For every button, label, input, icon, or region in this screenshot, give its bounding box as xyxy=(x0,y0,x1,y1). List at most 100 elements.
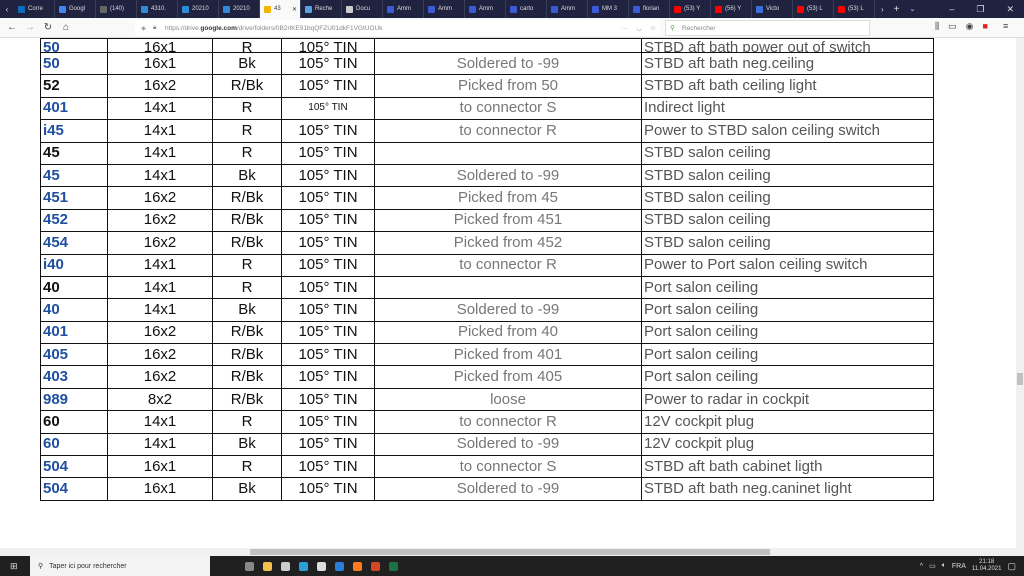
file-explorer-icon[interactable] xyxy=(258,556,276,576)
tab-favicon-icon xyxy=(756,5,763,13)
browser-tab[interactable]: (140) xyxy=(96,0,137,18)
menu-icon[interactable]: ≡ xyxy=(1003,21,1008,32)
cell-color: R xyxy=(212,275,282,300)
tab-favicon-icon xyxy=(18,5,25,13)
close-tab-icon[interactable]: ✕ xyxy=(292,6,300,13)
cell-id: 50 xyxy=(40,38,108,53)
browser-tab[interactable]: carto xyxy=(506,0,547,18)
tab-favicon-icon xyxy=(264,5,271,13)
table-row: 60 14x1 R 105° TIN to connector R 12V cockpit… xyxy=(40,410,934,434)
forward-button[interactable]: → xyxy=(21,22,39,33)
cell-color: R/Bk xyxy=(212,343,282,367)
cell-gauge: 14x1 xyxy=(107,410,213,434)
store-icon[interactable] xyxy=(276,556,294,576)
cell-color: R/Bk xyxy=(212,186,282,210)
sidebar-icon[interactable]: ▭ xyxy=(948,21,957,32)
cell-color: R xyxy=(212,253,282,277)
cell-id: 52 xyxy=(40,74,108,98)
bookmark-star-icon[interactable]: ☆ xyxy=(650,24,656,32)
browser-tab[interactable]: (53) L xyxy=(793,0,834,18)
cell-type: 105° TIN xyxy=(281,74,375,98)
tab-scroll-right[interactable]: › xyxy=(881,5,884,14)
browser-tab[interactable]: MM 3 xyxy=(588,0,629,18)
browser-tab[interactable]: (53) L xyxy=(834,0,875,18)
browser-tab[interactable]: Reche xyxy=(301,0,342,18)
cell-desc: STBD salon ceiling xyxy=(641,141,934,165)
close-window-button[interactable]: ✕ xyxy=(1006,4,1014,15)
browser-tab[interactable]: florian xyxy=(629,0,670,18)
home-button[interactable]: ⌂ xyxy=(57,22,75,33)
edge-icon[interactable] xyxy=(294,556,312,576)
browser-tab[interactable]: Corre xyxy=(14,0,55,18)
browser-tab[interactable]: 43 ✕ xyxy=(260,0,301,18)
cell-gauge: 14x1 xyxy=(107,163,213,188)
cell-color: R xyxy=(212,38,282,53)
cell-desc: Port salon ceiling xyxy=(641,298,934,322)
browser-tab[interactable]: Victo xyxy=(752,0,793,18)
browser-tab[interactable]: Docu xyxy=(342,0,383,18)
browser-tab[interactable]: Amm xyxy=(465,0,506,18)
back-button[interactable]: ← xyxy=(3,22,21,33)
cell-desc: STBD salon ceiling xyxy=(641,163,934,188)
browser-tab[interactable]: (53) Y xyxy=(670,0,711,18)
search-input[interactable]: ⚲ Rechercher xyxy=(665,20,870,36)
tab-list-button[interactable]: ⌄ xyxy=(910,5,916,13)
cell-id: 454 xyxy=(40,231,108,255)
cell-gauge: 16x1 xyxy=(107,455,213,479)
firefox-icon[interactable] xyxy=(348,556,366,576)
task-view-icon[interactable] xyxy=(240,556,258,576)
browser-tab[interactable]: 20210 xyxy=(178,0,219,18)
pocket-icon[interactable]: ◡ xyxy=(636,24,642,32)
cell-id: 40 xyxy=(40,298,108,322)
table-row: 401 16x2 R/Bk 105° TIN Picked from 40 Port sa… xyxy=(40,320,934,345)
taskbar-search[interactable]: ⚲ Taper ici pour rechercher xyxy=(30,556,210,576)
cell-type: 105° TIN xyxy=(281,365,375,389)
vertical-scroll-thumb[interactable] xyxy=(1017,373,1023,385)
reload-button[interactable]: ↻ xyxy=(39,22,57,33)
horizontal-scrollbar[interactable] xyxy=(0,548,1016,556)
cell-note: to connector R xyxy=(374,253,642,277)
tab-favicon-icon xyxy=(674,5,681,13)
dropbox-icon[interactable] xyxy=(312,556,330,576)
account-icon[interactable]: ◉ xyxy=(966,21,974,32)
table-row: 452 16x2 R/Bk 105° TIN Picked from 451 STBD s… xyxy=(40,208,934,233)
maximize-button[interactable]: ❐ xyxy=(976,4,984,15)
browser-tab[interactable]: 20210 xyxy=(219,0,260,18)
clock[interactable]: 21:18 11.04.2021 xyxy=(972,559,1002,573)
cell-gauge: 16x1 xyxy=(107,477,213,501)
notifications-icon[interactable]: ▢ xyxy=(1007,561,1016,572)
network-icon[interactable]: ▭ xyxy=(929,562,936,570)
windows-start-icon[interactable]: ⊞ xyxy=(10,561,18,572)
cell-type: 105° TIN xyxy=(281,119,375,143)
tab-favicon-icon xyxy=(223,5,230,13)
excel-icon[interactable] xyxy=(384,556,402,576)
browser-tab[interactable]: 4310. xyxy=(137,0,178,18)
mail-icon[interactable] xyxy=(330,556,348,576)
tab-scroll-left[interactable]: ‹ xyxy=(0,5,14,14)
browser-tab[interactable]: Amm xyxy=(383,0,424,18)
language-indicator[interactable]: FRA xyxy=(952,563,966,570)
vertical-scrollbar[interactable] xyxy=(1016,38,1024,556)
browser-tab[interactable]: Amm xyxy=(547,0,588,18)
browser-tab[interactable]: (56) Y xyxy=(711,0,752,18)
cell-desc: Power to Port salon ceiling switch xyxy=(641,253,934,277)
cell-color: R xyxy=(212,410,282,434)
page-actions-icon[interactable]: ··· xyxy=(622,25,629,32)
volume-icon[interactable]: 🔈︎ xyxy=(942,562,946,570)
cell-desc: Indirect light xyxy=(641,96,934,121)
powerpoint-icon[interactable] xyxy=(366,556,384,576)
extension-icon[interactable]: ■ xyxy=(983,21,988,32)
cell-gauge: 16x2 xyxy=(107,320,213,345)
tray-overflow-icon[interactable]: ^ xyxy=(920,563,923,570)
horizontal-scroll-thumb[interactable] xyxy=(250,549,770,555)
new-tab-button[interactable]: + xyxy=(894,4,900,15)
browser-tab[interactable]: Googl xyxy=(55,0,96,18)
library-icon[interactable]: ⫼ xyxy=(935,21,939,32)
cell-desc: Power to STBD salon ceiling switch xyxy=(641,119,934,143)
browser-tab[interactable]: Amm xyxy=(424,0,465,18)
table-row: 989 8x2 R/Bk 105° TIN loose Power to radar in… xyxy=(40,387,934,412)
address-bar[interactable]: ◈ 🔒︎ https://drive. google.com/drive/fold… xyxy=(135,20,660,36)
cell-desc: 12V cockpit plug xyxy=(641,432,934,457)
minimize-button[interactable]: – xyxy=(949,4,954,15)
cell-type: 105° TIN xyxy=(281,38,375,53)
